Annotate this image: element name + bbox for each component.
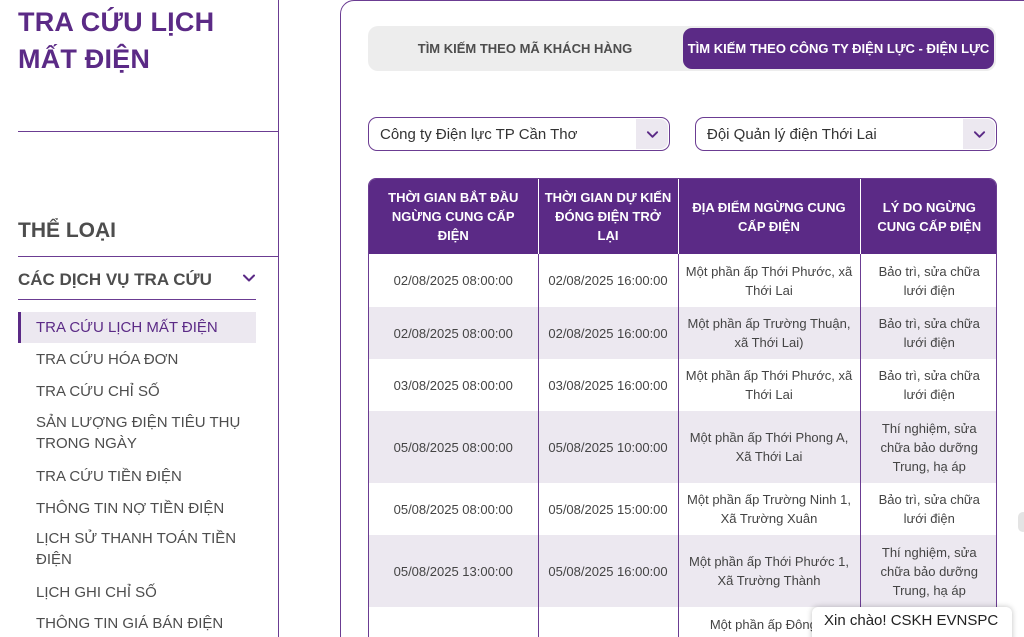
search-mode-tabs: TÌM KIẾM THEO MÃ KHÁCH HÀNG TÌM KIẾM THE… [368, 26, 996, 71]
table-cell: 05/08/2025 08:00:00 [369, 483, 539, 535]
unit-select[interactable]: Đội Quản lý điện Thới Lai [695, 117, 997, 151]
table-cell [369, 607, 539, 637]
table-cell: Một phần ấp Thới Phước 1, Xã Trường Thàn… [678, 535, 861, 607]
company-select-value: Công ty Điện lực TP Cần Thơ [380, 125, 578, 143]
company-select[interactable]: Công ty Điện lực TP Cần Thơ [368, 117, 670, 151]
table-cell: Bảo trì, sửa chữa lưới điện [860, 254, 996, 307]
table-cell: 05/08/2025 08:00:00 [369, 411, 539, 483]
sidebar-item-outage-schedule[interactable]: TRA CỨU LỊCH MẤT ĐIỆN [18, 312, 256, 343]
table-cell: Một phần ấp Trường Thuận, xã Thới Lai) [678, 307, 861, 359]
table-cell: Một phần ấp Trường Ninh 1, Xã Trường Xuâ… [678, 483, 861, 535]
table-cell: 05/08/2025 13:00:00 [369, 535, 539, 607]
sidebar-item-label: TRA CỨU CHỈ SỐ [36, 382, 160, 400]
sidebar-item-label: THÔNG TIN NỢ TIỀN ĐIỆN [36, 499, 225, 517]
sidebar-item-meter-index[interactable]: TRA CỨU CHỈ SỐ [18, 380, 256, 402]
sidebar-item-label: THÔNG TIN GIÁ BÁN ĐIỆN [36, 614, 224, 632]
services-group-label: CÁC DỊCH VỤ TRA CỨU [18, 270, 212, 289]
column-header: THỜI GIAN DỰ KIẾN ĐÓNG ĐIỆN TRỞ LẠI [538, 179, 679, 254]
table-cell: Một phần ấp Thới Phong A, Xã Thới Lai [678, 411, 861, 483]
unit-select-value: Đội Quản lý điện Thới Lai [707, 125, 877, 143]
table-row: 05/08/2025 08:00:00 05/08/2025 10:00:00 … [369, 411, 996, 483]
table-cell: Bảo trì, sửa chữa lưới điện [860, 483, 996, 535]
chevron-down-icon [242, 271, 256, 290]
sidebar-item-debt-info[interactable]: THÔNG TIN NỢ TIỀN ĐIỆN [18, 497, 256, 519]
table-cell: 05/08/2025 16:00:00 [538, 535, 679, 607]
sidebar-item-label: TRA CỨU LỊCH MẤT ĐIỆN [36, 319, 218, 336]
scroll-handle[interactable] [1018, 512, 1024, 532]
table-cell: 02/08/2025 16:00:00 [538, 307, 679, 359]
sidebar-item-daily-consumption[interactable]: SẢN LƯỢNG ĐIỆN TIÊU THỤ TRONG NGÀY [18, 412, 256, 456]
column-header: ĐỊA ĐIỂM NGỪNG CUNG CẤP ĐIỆN [678, 179, 861, 254]
table-cell: 05/08/2025 10:00:00 [538, 411, 679, 483]
table-cell [538, 607, 679, 637]
table-row: 05/08/2025 13:00:00 05/08/2025 16:00:00 … [369, 535, 996, 607]
sidebar-item-label: SẢN LƯỢNG ĐIỆN TIÊU THỤ TRONG NGÀY [36, 414, 241, 452]
table-cell: Bảo trì, sửa chữa lưới điện [860, 307, 996, 359]
chat-greeting: Xin chào! CSKH EVNSPC [824, 612, 999, 629]
table-cell: Một phần ấp Thới Phước, xã Thới Lai [678, 359, 861, 411]
table-cell: 03/08/2025 16:00:00 [538, 359, 679, 411]
tab-by-power-company[interactable]: TÌM KIẾM THEO CÔNG TY ĐIỆN LỰC - ĐIỆN LỰ… [683, 28, 994, 69]
sidebar-border [278, 0, 279, 637]
table-cell: 05/08/2025 15:00:00 [538, 483, 679, 535]
table-row: 03/08/2025 08:00:00 03/08/2025 16:00:00 … [369, 359, 996, 411]
table-cell: Thí nghiệm, sửa chữa bảo dưỡng Trung, hạ… [860, 411, 996, 483]
table-cell: Thí nghiệm, sửa chữa bảo dưỡng Trung, hạ… [860, 535, 996, 607]
page-title: TRA CỨU LỊCH MẤT ĐIỆN [18, 7, 215, 74]
column-header: THỜI GIAN BẮT ĐẦU NGỪNG CUNG CẤP ĐIỆN [369, 179, 539, 254]
chevron-down-icon [963, 119, 995, 149]
sidebar-item-price-info[interactable]: THÔNG TIN GIÁ BÁN ĐIỆN [18, 612, 256, 634]
services-group-toggle[interactable]: CÁC DỊCH VỤ TRA CỨU [18, 266, 256, 294]
divider [18, 256, 279, 257]
sidebar-item-payment-history[interactable]: LỊCH SỬ THANH TOÁN TIỀN ĐIỆN [18, 528, 256, 572]
table-cell: 02/08/2025 08:00:00 [369, 307, 539, 359]
sidebar-menu: TRA CỨU LỊCH MẤT ĐIỆN TRA CỨU HÓA ĐƠN TR… [18, 312, 256, 632]
sidebar-item-label: LỊCH GHI CHỈ SỐ [36, 583, 157, 601]
table-row: 02/08/2025 08:00:00 02/08/2025 16:00:00 … [369, 307, 996, 359]
divider [18, 299, 256, 300]
category-heading: THỂ LOẠI [18, 219, 116, 242]
table-row: 02/08/2025 08:00:00 02/08/2025 16:00:00 … [369, 254, 996, 307]
table-row: 05/08/2025 08:00:00 05/08/2025 15:00:00 … [369, 483, 996, 535]
divider [18, 131, 279, 132]
sidebar-item-label: TRA CỨU HÓA ĐƠN [36, 350, 179, 368]
table-header-row: THỜI GIAN BẮT ĐẦU NGỪNG CUNG CẤP ĐIỆN TH… [369, 179, 996, 254]
table-cell: 02/08/2025 16:00:00 [538, 254, 679, 307]
chat-widget[interactable]: Xin chào! CSKH EVNSPC [812, 607, 1012, 637]
table-cell: Bảo trì, sửa chữa lưới điện [860, 359, 996, 411]
sidebar-item-electricity-bill[interactable]: TRA CỨU TIỀN ĐIỆN [18, 465, 256, 487]
sidebar-item-invoice[interactable]: TRA CỨU HÓA ĐƠN [18, 348, 256, 370]
table-cell: 03/08/2025 08:00:00 [369, 359, 539, 411]
chevron-down-icon [636, 119, 668, 149]
table-cell: 02/08/2025 08:00:00 [369, 254, 539, 307]
column-header: LÝ DO NGỪNG CUNG CẤP ĐIỆN [860, 179, 996, 254]
sidebar-item-label: LỊCH SỬ THANH TOÁN TIỀN ĐIỆN [36, 530, 237, 568]
table-cell: Một phần ấp Thới Phước, xã Thới Lai [678, 254, 861, 307]
sidebar-item-reading-schedule[interactable]: LỊCH GHI CHỈ SỐ [18, 581, 256, 603]
sidebar-item-label: TRA CỨU TIỀN ĐIỆN [36, 467, 182, 485]
tab-by-customer-code[interactable]: TÌM KIẾM THEO MÃ KHÁCH HÀNG [368, 28, 682, 69]
outage-table: THỜI GIAN BẮT ĐẦU NGỪNG CUNG CẤP ĐIỆN TH… [368, 178, 997, 637]
